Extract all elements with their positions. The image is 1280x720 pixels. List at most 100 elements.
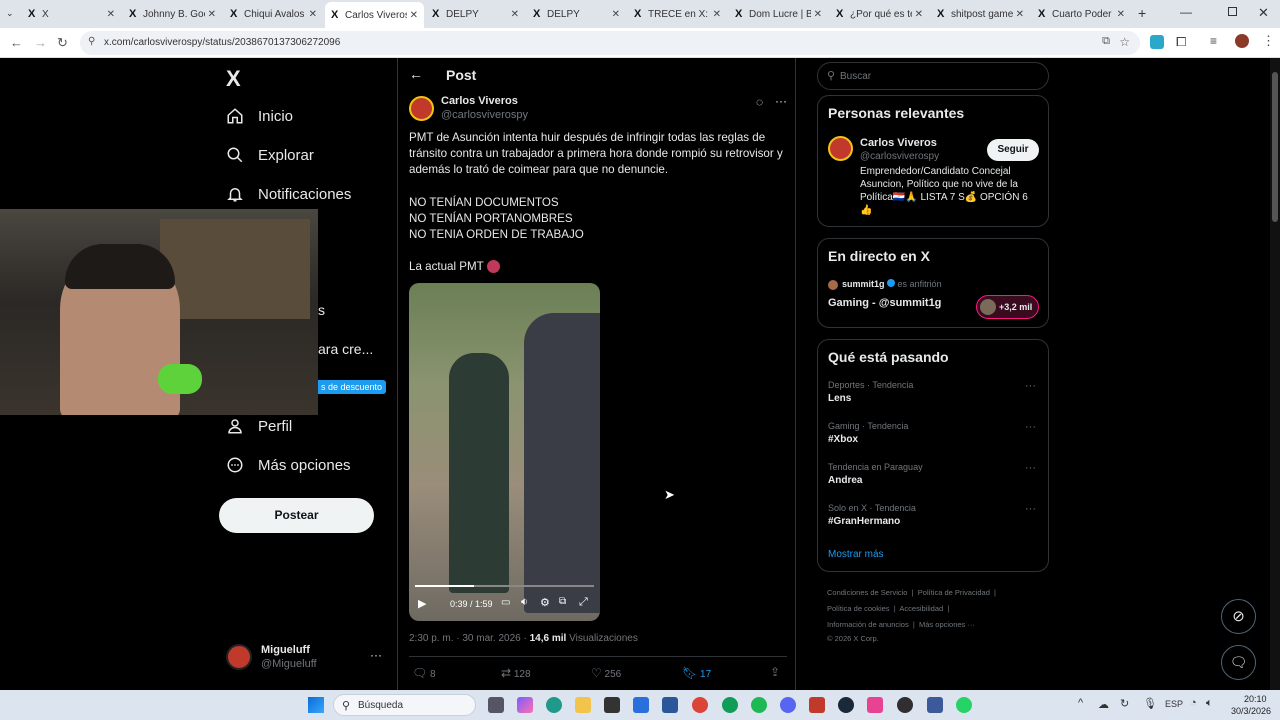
post-timestamp[interactable]: 2:30 p. m. · 30 mar. 2026 · <box>409 633 527 644</box>
onedrive-icon[interactable]: ☁ <box>1098 698 1109 711</box>
post-button[interactable]: Postear <box>219 498 374 533</box>
volume-icon[interactable]: 🔉︎ <box>521 596 528 609</box>
relevant-handle[interactable]: @carlosviverospy <box>860 151 939 162</box>
tab-close-icon[interactable]: ✕ <box>309 9 317 20</box>
site-info-icon[interactable]: ⚲ <box>88 36 95 47</box>
footer-link[interactable]: Más opciones ··· <box>919 620 975 629</box>
app-icon[interactable] <box>809 697 825 713</box>
scrollbar-thumb[interactable] <box>1272 72 1278 222</box>
back-arrow-icon[interactable]: ← <box>409 66 423 82</box>
trend-more-icon[interactable]: ··· <box>1025 503 1036 515</box>
trend-item[interactable]: Deportes · Tendencia Lens ··· <box>818 378 1048 416</box>
media-control-icon[interactable]: ≡ <box>1210 34 1217 48</box>
forward-arrow-icon[interactable]: → <box>34 35 47 50</box>
taskbar-search[interactable]: ⚲ Búsqueda <box>333 694 476 716</box>
tab-close-icon[interactable]: ✕ <box>814 9 822 20</box>
play-icon[interactable]: ▶ <box>418 597 426 610</box>
tab-list-chevron-icon[interactable]: ⌄ <box>6 8 14 19</box>
microphone-icon[interactable]: 🎙︎ <box>1143 697 1157 710</box>
browser-tab[interactable]: X Johnny B. Goo ✕ <box>123 3 222 25</box>
browser-tab[interactable]: X ¿Por qué es te ✕ <box>830 3 929 25</box>
video-player[interactable]: ▶ 0:39 / 1:59 ▭ 🔉︎ ⚙ ⧉ ⤢ <box>409 283 600 621</box>
steam-icon[interactable] <box>838 697 854 713</box>
author-avatar[interactable] <box>409 96 434 121</box>
messages-float-button[interactable]: 🗨︎ <box>1221 645 1256 680</box>
restore-window-icon[interactable] <box>1228 7 1237 16</box>
nav-item-partial-label[interactable]: ara cre... <box>318 341 373 357</box>
trend-more-icon[interactable]: ··· <box>1025 462 1036 474</box>
app-icon[interactable] <box>927 697 943 713</box>
keyboard-language[interactable]: ESP <box>1165 699 1183 709</box>
clock-date[interactable]: 30/3/2026 <box>1231 706 1271 716</box>
footer-link[interactable]: Condiciones de Servicio <box>827 588 907 597</box>
footer-link[interactable]: Información de anuncios <box>827 620 909 629</box>
show-more-link[interactable]: Mostrar más <box>828 549 884 560</box>
back-arrow-icon[interactable]: ← <box>10 35 23 50</box>
sync-icon[interactable]: ↻ <box>1120 697 1129 710</box>
post-more-icon[interactable]: ··· <box>775 94 787 108</box>
captions-icon[interactable]: ▭ <box>501 597 510 608</box>
live-stream-title[interactable]: Gaming - @summit1g <box>828 297 941 309</box>
discord-icon[interactable] <box>780 697 796 713</box>
footer-link[interactable]: Accesibilidad <box>899 604 943 613</box>
browser-tab[interactable]: Xshitpost game ✕ <box>931 3 1030 25</box>
tab-close-icon[interactable]: ✕ <box>208 9 216 20</box>
account-more-icon[interactable]: ··· <box>370 648 382 662</box>
windows-start-icon[interactable] <box>308 697 324 713</box>
repost-button[interactable]: ⇄ 128 <box>501 666 531 680</box>
edge-icon[interactable] <box>546 697 562 713</box>
author-name[interactable]: Carlos Viveros <box>441 95 518 107</box>
extension-icon[interactable] <box>1150 35 1164 49</box>
pip-icon[interactable]: ⧉ <box>559 596 566 607</box>
bookmark-button[interactable]: 🔖︎ 17 <box>682 666 711 680</box>
tab-close-icon[interactable]: ✕ <box>410 10 418 21</box>
trend-item[interactable]: Gaming · Tendencia #Xbox ··· <box>818 419 1048 457</box>
store-icon[interactable] <box>633 697 649 713</box>
app-icon[interactable] <box>867 697 883 713</box>
share-icon[interactable]: ⇪ <box>770 665 780 679</box>
tab-close-icon[interactable]: ✕ <box>612 9 620 20</box>
trend-more-icon[interactable]: ··· <box>1025 380 1036 392</box>
task-view-icon[interactable] <box>488 697 504 713</box>
x-logo-icon[interactable]: X <box>226 66 241 92</box>
grok-float-button[interactable]: ⊘ <box>1221 599 1256 634</box>
clock-time[interactable]: 20:10 <box>1244 694 1267 704</box>
browser-tab[interactable]: X Dom Lucre | Bi ✕ <box>729 3 828 25</box>
nav-item-partial-label[interactable]: s <box>318 302 325 318</box>
nav-item-explorar[interactable]: Explorar <box>226 140 314 170</box>
nav-item-perfil[interactable]: Perfil <box>226 411 292 441</box>
mail-icon[interactable] <box>662 697 678 713</box>
tab-close-icon[interactable]: ✕ <box>915 9 923 20</box>
footer-link[interactable]: Política de Privacidad <box>918 588 990 597</box>
nav-item-notificaciones[interactable]: Notificaciones <box>226 179 351 209</box>
reply-button[interactable]: 🗨︎ 8 <box>412 666 436 680</box>
search-input[interactable]: ⚲ Buscar <box>817 62 1049 90</box>
spotify-icon[interactable] <box>751 697 767 713</box>
close-window-icon[interactable]: ✕ <box>1258 5 1269 21</box>
browser-tab[interactable]: X DELPY ✕ <box>527 3 626 25</box>
reload-icon[interactable]: ↻ <box>57 35 68 51</box>
bookmark-star-icon[interactable]: ☆ <box>1119 35 1130 49</box>
whatsapp-icon[interactable] <box>956 697 972 713</box>
obs-icon[interactable] <box>897 697 913 713</box>
tab-close-icon[interactable]: ✕ <box>1016 9 1024 20</box>
wifi-icon[interactable]: ◔ <box>1190 697 1197 709</box>
listeners-pill[interactable]: +3,2 mil <box>976 295 1039 319</box>
volume-icon[interactable]: 🔈︎ <box>1206 697 1213 710</box>
footer-link[interactable]: Política de cookies <box>827 604 890 613</box>
browser-tab[interactable]: X Carlos Viveros ✕ <box>325 2 424 28</box>
browser-tab[interactable]: X Cuarto Poder ✕ <box>1032 3 1131 25</box>
profile-avatar-icon[interactable] <box>1235 34 1249 48</box>
browser-menu-icon[interactable]: ⋮ <box>1262 33 1275 49</box>
file-explorer-icon[interactable] <box>575 697 591 713</box>
chrome-alt-icon[interactable] <box>722 697 738 713</box>
browser-tab[interactable]: X DELPY ✕ <box>426 3 525 25</box>
minimize-window-icon[interactable]: — <box>1180 5 1192 19</box>
tray-chevron-icon[interactable]: ^ <box>1078 697 1083 709</box>
tab-close-icon[interactable]: ✕ <box>713 9 721 20</box>
copilot-icon[interactable] <box>517 697 533 713</box>
trend-item[interactable]: Solo en X · Tendencia #GranHermano ··· <box>818 501 1048 539</box>
follow-button[interactable]: Seguir <box>987 139 1039 161</box>
browser-tab[interactable]: X X ✕ <box>22 3 121 25</box>
page-scrollbar[interactable] <box>1270 58 1280 690</box>
